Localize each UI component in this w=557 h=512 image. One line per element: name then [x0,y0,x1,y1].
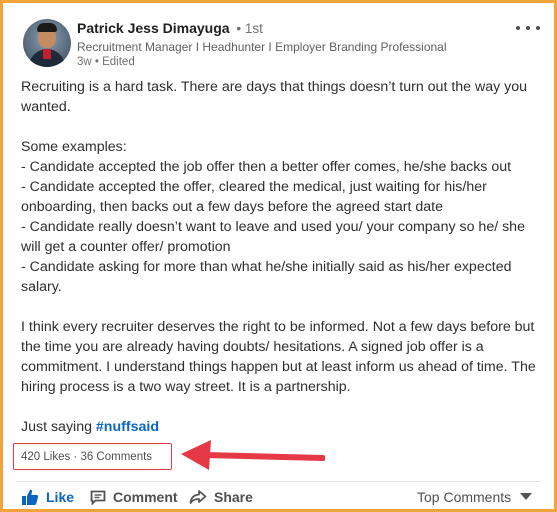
author-line: Patrick Jess Dimayuga • 1st [77,20,263,36]
closing-text: Just saying [21,419,96,435]
like-button[interactable]: Like [21,487,74,507]
annotation-arrow [181,440,325,470]
post-card: Patrick Jess Dimayuga • 1st Recruitment … [0,0,557,512]
author-headline: Recruitment Manager I Headhunter I Emplo… [77,40,447,54]
chevron-down-icon [520,493,533,500]
post-paragraph: Some examples: - Candidate accepted the … [21,139,525,295]
share-button[interactable]: Share [189,487,253,507]
sort-comments-dropdown[interactable]: Top Comments [417,487,533,507]
author-name[interactable]: Patrick Jess Dimayuga [77,20,230,36]
more-options-icon[interactable] [516,23,540,33]
hashtag-link[interactable]: #nuffsaid [96,419,159,435]
share-icon [189,490,207,504]
avatar[interactable] [23,19,71,67]
connection-degree: • 1st [236,21,263,36]
comment-label: Comment [113,489,178,505]
social-counts[interactable]: 420 Likes · 36 Comments [13,443,172,470]
like-label: Like [46,489,75,505]
post-meta: 3w • Edited [77,56,135,68]
post-closing: Just saying #nuffsaid [21,417,541,437]
post-header: Patrick Jess Dimayuga • 1st Recruitment … [23,19,540,71]
comment-icon [90,490,106,505]
action-bar: Like Comment Share Top Comments [17,481,540,510]
sort-label: Top Comments [417,489,512,505]
post-paragraph: I think every recruiter deserves the rig… [21,319,536,395]
share-label: Share [214,489,253,505]
comment-button[interactable]: Comment [90,487,178,507]
post-body: Recruiting is a hard task. There are day… [21,77,541,437]
thumbs-up-icon [22,489,39,505]
post-paragraph: Recruiting is a hard task. There are day… [21,79,528,115]
